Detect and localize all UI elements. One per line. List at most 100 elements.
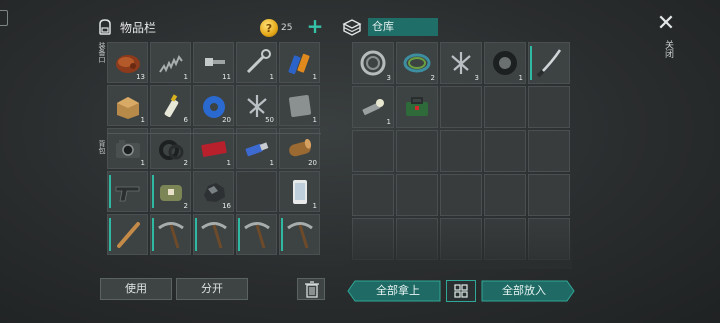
item-count: 3 [386,74,391,82]
empty-slot[interactable] [352,130,394,172]
item-slot[interactable]: 2 [150,128,191,169]
pickaxe-icon [244,222,270,249]
box-icon [117,97,139,119]
spring-icon [159,55,183,73]
item-slot[interactable]: 3 [352,42,394,84]
close-label: 关闭 [663,40,673,58]
empty-slot[interactable] [528,86,570,128]
item-slot[interactable]: 1 [279,42,320,83]
take-all-label: 全部拿上 [376,284,420,297]
empty-slot[interactable] [484,174,526,216]
item-slot[interactable] [528,42,570,84]
durability-bar [238,218,240,251]
empty-slot[interactable] [440,130,482,172]
item-count: 1 [140,159,145,167]
item-slot[interactable]: 1 [107,85,148,126]
item-count: 1 [269,159,274,167]
item-slot[interactable]: 6 [150,85,191,126]
item-count: 2 [183,202,188,210]
phone-icon [293,180,307,204]
item-slot[interactable]: 3 [440,42,482,84]
item-slot[interactable]: 20 [279,128,320,169]
empty-slot[interactable] [352,218,394,260]
inventory-header: 物品栏 [96,18,156,36]
item-count: 1 [183,73,188,81]
empty-slot[interactable] [440,86,482,128]
rubber-ring-icon [159,140,184,160]
medkit-bag-icon [160,185,182,201]
item-slot[interactable] [107,171,148,212]
item-slot[interactable] [279,214,320,255]
item-slot[interactable]: 13 [107,42,148,83]
split-button[interactable]: 分开 [176,278,248,300]
empty-slot[interactable] [528,174,570,216]
use-button[interactable]: 使用 [100,278,172,300]
item-slot[interactable] [396,86,438,128]
item-count: 2 [430,74,435,82]
item-count: 1 [518,74,523,82]
item-slot[interactable]: 20 [193,85,234,126]
item-count: 1 [312,73,317,81]
left-edge-tab[interactable] [0,10,8,26]
warehouse-icon [342,19,362,36]
item-slot[interactable]: 50 [236,85,277,126]
durability-bar [530,46,532,80]
warehouse-grid: 3 2 3 1 1 [352,42,570,260]
item-slot[interactable]: 1 [279,171,320,212]
empty-slot[interactable] [484,130,526,172]
empty-slot[interactable] [528,130,570,172]
empty-slot[interactable] [484,218,526,260]
item-slot[interactable]: 1 [236,128,277,169]
item-slot[interactable]: 11 [193,42,234,83]
item-slot[interactable] [150,214,191,255]
item-slot[interactable]: 1 [150,42,191,83]
empty-slot[interactable] [236,171,277,212]
tire-icon [493,51,517,75]
item-slot[interactable]: 1 [193,128,234,169]
wrench-icon [246,49,271,74]
inventory-divider [107,133,321,134]
empty-slot[interactable] [396,218,438,260]
pistol-icon [115,186,140,202]
empty-slot[interactable] [440,174,482,216]
empty-slot[interactable] [396,174,438,216]
durability-bar [109,175,111,208]
usb-icon [245,142,269,157]
item-slot[interactable]: 16 [193,171,234,212]
empty-slot[interactable] [396,130,438,172]
empty-slot[interactable] [484,86,526,128]
item-slot[interactable]: 1 [279,85,320,126]
add-coin-button[interactable]: + [306,16,324,36]
item-count: 20 [308,159,317,167]
item-slot[interactable] [236,214,277,255]
discard-button[interactable] [297,278,325,300]
item-slot[interactable] [193,214,234,255]
item-slot[interactable]: 1 [107,128,148,169]
pickaxe-icon [158,222,184,249]
item-slot[interactable] [107,214,148,255]
toolbox-icon [406,97,428,116]
item-slot[interactable]: 1 [484,42,526,84]
inventory-title: 物品栏 [120,20,157,35]
pickaxe-icon [287,222,313,249]
item-slot[interactable]: 2 [396,42,438,84]
item-slot[interactable]: 1 [236,42,277,83]
katana-icon [536,49,562,78]
put-all-label: 全部放入 [502,284,546,297]
close-button[interactable]: ✕ [656,13,676,35]
empty-slot[interactable] [440,218,482,260]
item-count: 1 [386,118,391,126]
item-slot[interactable]: 2 [150,171,191,212]
sort-button[interactable] [446,280,476,302]
item-count: 6 [183,116,188,124]
item-count: 3 [474,74,479,82]
inventory-grid: 13 1 11 1 1 1 6 20 50 1 1 2 1 1 20 2 16 1 [107,42,320,255]
coin-count: 25 [281,23,293,33]
wire-coil-icon [403,53,431,73]
empty-slot[interactable] [352,174,394,216]
item-count: 1 [140,116,145,124]
battery-icon [288,53,310,75]
item-slot[interactable]: 1 [352,86,394,128]
bearing-icon [360,50,386,76]
empty-slot[interactable] [528,218,570,260]
